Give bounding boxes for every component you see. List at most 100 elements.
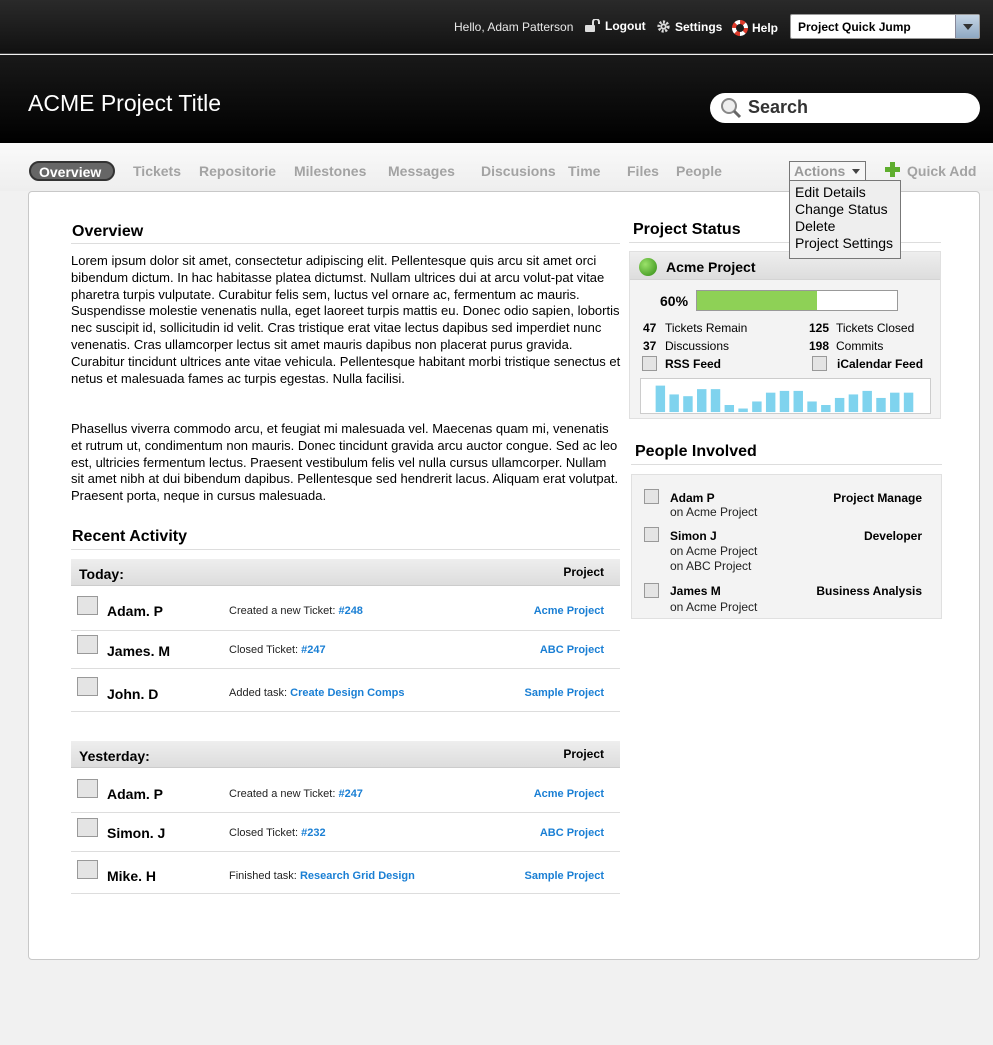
people-list: Adam P on Acme Project Project Manage Si… bbox=[631, 474, 942, 619]
actions-dropdown[interactable]: Actions bbox=[789, 161, 866, 181]
tab-discussions[interactable]: Discusions bbox=[481, 163, 556, 179]
settings-link[interactable]: Settings bbox=[656, 19, 722, 34]
project-link[interactable]: Acme Project bbox=[534, 605, 604, 617]
menu-item-change-status[interactable]: Change Status bbox=[795, 201, 895, 218]
activity-description: Created a new Ticket: #247 bbox=[229, 788, 363, 800]
person-checkbox[interactable] bbox=[644, 583, 659, 598]
icalendar-feed-checkbox[interactable] bbox=[812, 356, 827, 371]
quick-add-button[interactable]: Quick Add bbox=[884, 161, 977, 181]
activity-description: Added task: Create Design Comps bbox=[229, 687, 404, 699]
row-checkbox[interactable] bbox=[77, 596, 98, 615]
project-link[interactable]: Sample Project bbox=[525, 870, 604, 882]
project-link[interactable]: ABC Project bbox=[540, 644, 604, 656]
target-link[interactable]: Create Design Comps bbox=[290, 687, 404, 699]
activity-bar bbox=[765, 392, 776, 413]
stat-number: 125 bbox=[809, 321, 830, 335]
search-box[interactable] bbox=[710, 93, 980, 123]
person-checkbox[interactable] bbox=[644, 489, 659, 504]
tab-milestones[interactable]: Milestones bbox=[294, 163, 366, 179]
tab-files[interactable]: Files bbox=[627, 163, 659, 179]
project-quick-jump-select[interactable]: Project Quick Jump bbox=[790, 14, 980, 39]
target-link[interactable]: #247 bbox=[338, 788, 362, 800]
stat-tickets-remain: 47 Tickets Remain bbox=[643, 321, 747, 335]
activity-bar bbox=[807, 401, 817, 413]
project-link[interactable]: ABC Project bbox=[540, 827, 604, 839]
progress-percent: 60% bbox=[660, 293, 689, 309]
rss-feed-checkbox[interactable] bbox=[642, 356, 657, 371]
activity-bar bbox=[738, 408, 748, 413]
progress-fill bbox=[697, 291, 817, 310]
project-link[interactable]: Sample Project bbox=[525, 687, 604, 699]
user-name: James. M bbox=[107, 643, 171, 659]
activity-row: Mike. H Finished task: Research Grid Des… bbox=[71, 852, 620, 894]
overview-paragraph-2: Phasellus viverra commodo arcu, et feugi… bbox=[71, 421, 619, 504]
person-name: Adam P bbox=[670, 491, 715, 505]
activity-bar bbox=[710, 389, 721, 413]
user-name: Mike. H bbox=[107, 868, 157, 884]
activity-bar bbox=[697, 389, 707, 413]
action-text: Closed Ticket: bbox=[229, 827, 299, 839]
person-name: Simon J bbox=[670, 529, 717, 543]
row-checkbox[interactable] bbox=[77, 635, 98, 654]
action-text: Created a new Ticket: bbox=[229, 605, 336, 617]
project-status-card: Acme Project 60% 47 Tickets Remain 125 Tic… bbox=[629, 251, 941, 419]
activity-bar bbox=[876, 397, 886, 413]
row-checkbox[interactable] bbox=[77, 818, 98, 837]
search-input[interactable] bbox=[748, 97, 968, 118]
person-role: Project Manage bbox=[833, 491, 922, 505]
help-link[interactable]: Help bbox=[732, 20, 778, 36]
person-role: Developer bbox=[863, 529, 922, 543]
progress-bar bbox=[696, 290, 898, 311]
logout-link[interactable]: Logout bbox=[584, 19, 646, 33]
activity-bar bbox=[683, 396, 693, 413]
activity-bar bbox=[821, 405, 831, 413]
search-icon bbox=[719, 96, 743, 125]
activity-bar bbox=[793, 390, 803, 413]
chevron-down-icon[interactable] bbox=[955, 15, 979, 38]
activity-group-header-yesterday: Yesterday: Project bbox=[71, 741, 620, 768]
divider bbox=[71, 549, 620, 550]
settings-label: Settings bbox=[675, 19, 723, 34]
group-label: Today: bbox=[79, 566, 124, 582]
action-text: Added task: bbox=[229, 687, 288, 699]
quick-jump-value: Project Quick Jump bbox=[798, 20, 911, 34]
stat-commits: 198 Commits bbox=[809, 339, 883, 353]
activity-description: Closed Ticket: #247 bbox=[229, 644, 326, 656]
tab-repositories[interactable]: Repositorie bbox=[199, 163, 276, 179]
person-name: James M bbox=[670, 584, 721, 598]
person-project: on Acme Project bbox=[670, 600, 758, 614]
stat-number: 198 bbox=[809, 339, 830, 353]
activity-bar bbox=[903, 392, 914, 413]
row-checkbox[interactable] bbox=[77, 677, 98, 696]
gear-icon bbox=[656, 19, 671, 34]
target-link[interactable]: #232 bbox=[301, 827, 325, 839]
project-status-heading: Project Status bbox=[633, 221, 741, 238]
action-text: Closed Ticket: bbox=[229, 644, 299, 656]
status-project-name: Acme Project bbox=[666, 259, 756, 275]
menu-item-edit-details[interactable]: Edit Details bbox=[795, 184, 895, 201]
menu-item-delete[interactable]: Delete bbox=[795, 218, 895, 235]
stat-number: 37 bbox=[643, 339, 657, 353]
divider bbox=[71, 243, 620, 244]
menu-item-project-settings[interactable]: Project Settings bbox=[795, 235, 895, 252]
person-checkbox[interactable] bbox=[644, 527, 659, 542]
column-header-project: Project bbox=[563, 565, 604, 579]
actions-menu: Edit Details Change Status Delete Projec… bbox=[789, 180, 901, 259]
rss-feed-label: RSS Feed bbox=[665, 357, 722, 371]
activity-bar bbox=[752, 401, 762, 413]
column-header-project: Project bbox=[563, 747, 604, 761]
tab-overview[interactable]: Overview bbox=[29, 161, 115, 181]
tab-messages[interactable]: Messages bbox=[388, 163, 455, 179]
tab-tickets[interactable]: Tickets bbox=[133, 163, 181, 179]
stat-label: Discussions bbox=[665, 339, 730, 353]
tab-time[interactable]: Time bbox=[568, 163, 600, 179]
project-link[interactable]: Acme Project bbox=[534, 788, 604, 800]
target-link[interactable]: #248 bbox=[338, 605, 362, 617]
row-checkbox[interactable] bbox=[77, 779, 98, 798]
overview-heading: Overview bbox=[72, 223, 144, 240]
target-link[interactable]: #247 bbox=[301, 644, 325, 656]
tab-people[interactable]: People bbox=[676, 163, 722, 179]
row-checkbox[interactable] bbox=[77, 860, 98, 879]
target-link[interactable]: Research Grid Design bbox=[300, 870, 415, 882]
recent-activity-heading: Recent Activity bbox=[72, 528, 187, 545]
